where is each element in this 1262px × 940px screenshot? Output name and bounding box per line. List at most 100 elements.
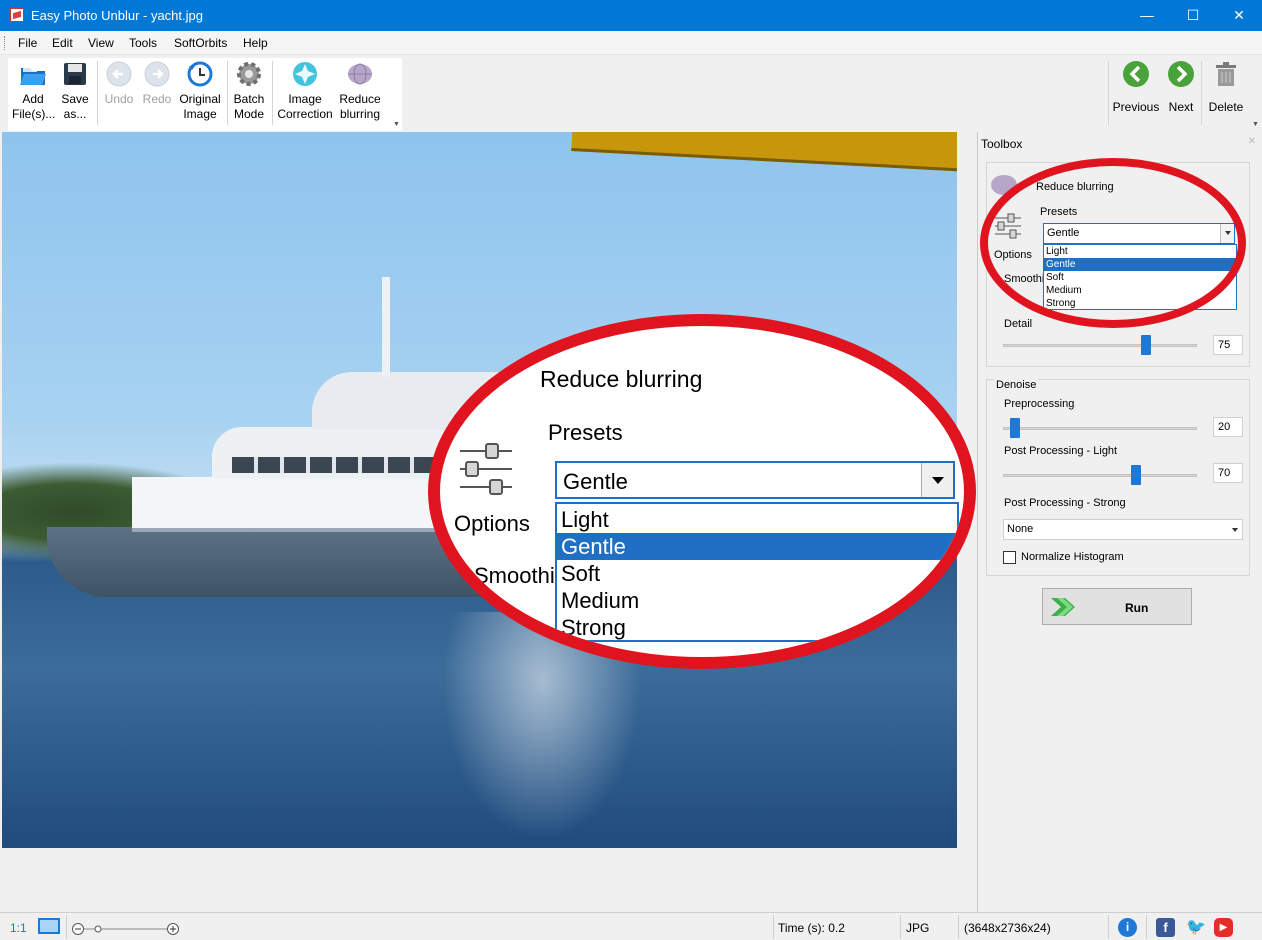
zoom-one-to-one[interactable]: 1:1 xyxy=(10,921,27,935)
delete-button[interactable]: Delete xyxy=(1205,60,1247,114)
save-as-button[interactable]: Save as... xyxy=(58,60,92,122)
info-icon[interactable]: i xyxy=(1118,918,1137,937)
zoom-presets-label: Presets xyxy=(548,420,623,445)
redo-button[interactable]: Redo xyxy=(140,60,174,107)
zoom-preset-option-medium[interactable]: Medium xyxy=(557,587,957,614)
reduce-blurring-title: Reduce blurring xyxy=(1036,181,1114,193)
preset-option-medium[interactable]: Medium xyxy=(1044,284,1236,297)
options-sliders-icon xyxy=(456,441,516,497)
detail-slider-thumb[interactable] xyxy=(1141,335,1151,355)
run-arrow-icon xyxy=(1049,594,1079,620)
post-processing-strong-label: Post Processing - Strong xyxy=(1004,497,1126,509)
zoom-options-label: Options xyxy=(454,511,530,536)
normalize-histogram-label: Normalize Histogram xyxy=(1021,551,1124,563)
preset-option-gentle[interactable]: Gentle xyxy=(1044,258,1236,271)
undo-arrow-icon xyxy=(105,60,133,88)
preprocessing-slider-thumb[interactable] xyxy=(1010,418,1020,438)
zoom-preset-option-light[interactable]: Light xyxy=(557,506,957,533)
status-separator xyxy=(66,915,67,939)
zoom-smoothing-label: Smoothi xyxy=(474,563,555,588)
preprocessing-value[interactable]: 20 xyxy=(1213,417,1243,437)
blur-sphere-icon xyxy=(346,60,374,88)
post-processing-light-label: Post Processing - Light xyxy=(1004,445,1118,457)
previous-button[interactable]: Previous xyxy=(1112,60,1160,114)
presets-select[interactable]: Gentle xyxy=(1043,223,1235,244)
toolbar-separator xyxy=(97,61,98,125)
normalize-histogram-checkbox[interactable] xyxy=(1003,551,1016,564)
post-light-value[interactable]: 70 xyxy=(1213,463,1243,483)
status-separator xyxy=(958,915,959,939)
zoom-title: Reduce blurring xyxy=(540,366,703,392)
post-light-slider-track[interactable] xyxy=(1003,474,1197,477)
previous-label: Previous xyxy=(1112,100,1160,114)
fit-to-window-icon[interactable] xyxy=(38,918,60,934)
trash-icon xyxy=(1212,60,1240,88)
original-image-label: Original Image xyxy=(179,92,221,121)
options-label: Options xyxy=(994,249,1032,261)
toolbar-overflow-icon[interactable]: ▼ xyxy=(1252,121,1259,128)
run-label: Run xyxy=(1125,601,1149,615)
zoom-presets-select[interactable]: Gentle xyxy=(555,461,955,499)
facebook-icon[interactable]: f xyxy=(1156,918,1175,937)
arrow-left-green-icon xyxy=(1122,60,1150,88)
status-separator xyxy=(773,915,774,939)
zoom-callout-content: Reduce blurring Presets Options Smoothi … xyxy=(440,326,964,657)
redo-arrow-icon xyxy=(143,60,171,88)
detail-value[interactable]: 75 xyxy=(1213,335,1243,355)
status-separator xyxy=(1108,915,1109,939)
undo-button[interactable]: Undo xyxy=(102,60,136,107)
save-disk-icon xyxy=(61,60,89,88)
preset-option-strong[interactable]: Strong xyxy=(1044,297,1236,310)
menu-tools[interactable]: Tools xyxy=(129,36,157,50)
close-icon[interactable]: ✕ xyxy=(1248,136,1256,147)
original-image-button[interactable]: Original Image xyxy=(177,60,223,122)
image-format: JPG xyxy=(906,921,930,935)
reduce-blurring-button[interactable]: Reduce blurring xyxy=(336,60,384,122)
zoom-slider[interactable] xyxy=(72,922,180,935)
window-title: Easy Photo Unblur - yacht.jpg xyxy=(31,8,203,23)
next-button[interactable]: Next xyxy=(1165,60,1197,114)
toolbar-overflow-icon[interactable]: ▼ xyxy=(393,121,400,128)
zoom-preset-option-strong[interactable]: Strong xyxy=(557,614,957,641)
detail-slider-track[interactable] xyxy=(1003,344,1197,347)
toolbar: Add File(s)... Save as... Undo Redo Orig… xyxy=(0,55,1262,132)
batch-mode-button[interactable]: Batch Mode xyxy=(230,60,268,122)
minimize-button[interactable]: — xyxy=(1124,0,1170,31)
menu-help[interactable]: Help xyxy=(243,36,268,50)
blur-sphere-icon xyxy=(989,173,1019,197)
title-bar: Easy Photo Unblur - yacht.jpg — ☐ ✕ xyxy=(0,0,1262,31)
chevron-down-icon[interactable] xyxy=(1232,528,1238,532)
run-button[interactable]: Run xyxy=(1042,588,1192,625)
clock-history-icon xyxy=(186,60,214,88)
preset-option-soft[interactable]: Soft xyxy=(1044,271,1236,284)
menu-file[interactable]: File xyxy=(18,36,37,50)
menu-view[interactable]: View xyxy=(88,36,114,50)
image-correction-button[interactable]: Image Correction xyxy=(275,60,335,122)
zoom-preset-option-gentle[interactable]: Gentle xyxy=(557,533,957,560)
post-strong-select[interactable]: None xyxy=(1003,519,1243,540)
preset-option-light[interactable]: Light xyxy=(1044,245,1236,258)
chevron-down-icon[interactable] xyxy=(921,463,953,497)
zoom-preset-option-soft[interactable]: Soft xyxy=(557,560,957,587)
app-logo-icon xyxy=(10,8,24,22)
toolbar-separator xyxy=(1201,61,1202,125)
menu-edit[interactable]: Edit xyxy=(52,36,73,50)
image-canvas[interactable]: Reduce blurring Presets Options Smoothi … xyxy=(0,132,976,912)
chevron-down-icon[interactable] xyxy=(1220,224,1234,243)
add-files-button[interactable]: Add File(s)... xyxy=(12,60,55,122)
denoise-group: Denoise Preprocessing 20 Post Processing… xyxy=(986,379,1250,576)
close-button[interactable]: ✕ xyxy=(1216,0,1262,31)
app-window: Easy Photo Unblur - yacht.jpg — ☐ ✕ File… xyxy=(0,0,1262,940)
denoise-title: Denoise xyxy=(994,379,1039,391)
menu-softorbits[interactable]: SoftOrbits xyxy=(174,36,227,50)
preprocessing-label: Preprocessing xyxy=(1004,398,1075,410)
status-bar: 1:1 Time (s): 0.2 JPG (3648x2736x24) i f… xyxy=(0,912,1262,940)
preprocessing-slider-track[interactable] xyxy=(1003,427,1197,430)
youtube-icon[interactable]: ▶ xyxy=(1214,918,1233,937)
save-as-label: Save as... xyxy=(61,92,89,121)
maximize-button[interactable]: ☐ xyxy=(1170,0,1216,31)
zoom-presets-value: Gentle xyxy=(563,469,628,494)
post-light-slider-thumb[interactable] xyxy=(1131,465,1141,485)
toolbar-separator xyxy=(1108,61,1109,125)
twitter-icon[interactable]: 🐦 xyxy=(1186,918,1206,937)
